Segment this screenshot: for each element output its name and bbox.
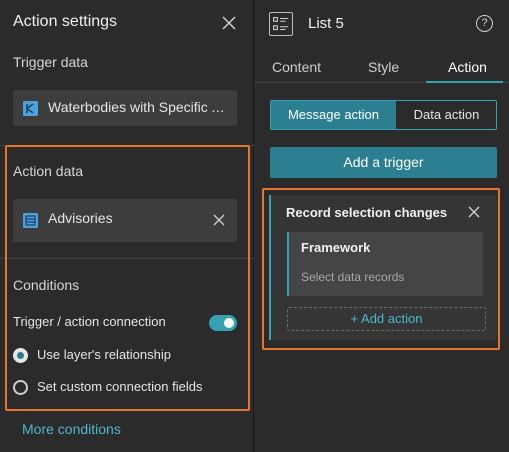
more-conditions-link[interactable]: More conditions [22,421,121,437]
widget-title: List 5 [308,15,344,32]
list-widget-icon [269,12,293,36]
add-trigger-button[interactable]: Add a trigger [270,147,497,178]
framework-action-item[interactable]: Framework Select data records [287,232,483,296]
data-action-button[interactable]: Data action [396,101,496,129]
message-action-button[interactable]: Message action [271,101,396,129]
active-tab-indicator [426,81,503,83]
trigger-data-source-name: Waterbodies with Specific Advisories [48,99,228,115]
panel-title: Action settings [13,13,118,30]
tab-style[interactable]: Style [368,59,399,75]
close-icon[interactable] [221,15,237,31]
trigger-title: Record selection changes [286,205,448,220]
framework-subtitle: Select data records [301,270,405,284]
tab-action[interactable]: Action [448,59,487,75]
trigger-data-source[interactable]: Waterbodies with Specific Advisories [13,90,237,126]
highlight-box [5,145,250,411]
close-icon[interactable] [468,206,480,218]
settings-tabs: Content Style Action [255,50,509,83]
action-type-segmented-control: Message action Data action [270,100,497,130]
trigger-data-label: Trigger data [13,54,88,70]
framework-title: Framework [301,240,371,255]
widget-settings-panel: List 5 ? Content Style Action Message ac… [255,0,509,452]
panel-header: Action settings [0,0,254,46]
layer-icon [23,101,38,116]
add-action-button[interactable]: + Add action [287,307,486,331]
tab-content[interactable]: Content [272,59,321,75]
trigger-card: Record selection changes Framework Selec… [269,195,497,340]
help-icon[interactable]: ? [476,15,493,32]
action-settings-panel: Action settings Trigger data Waterbodies… [0,0,254,452]
